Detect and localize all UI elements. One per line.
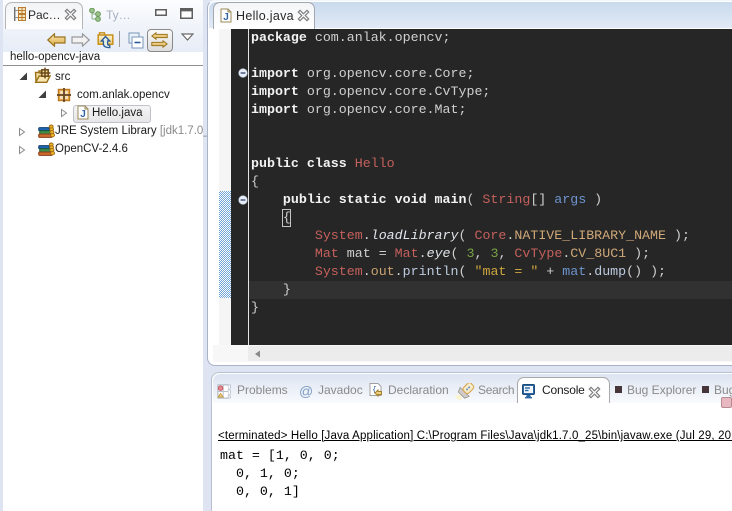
svg-text:J: J [223, 12, 229, 23]
svg-text:J: J [80, 109, 86, 120]
